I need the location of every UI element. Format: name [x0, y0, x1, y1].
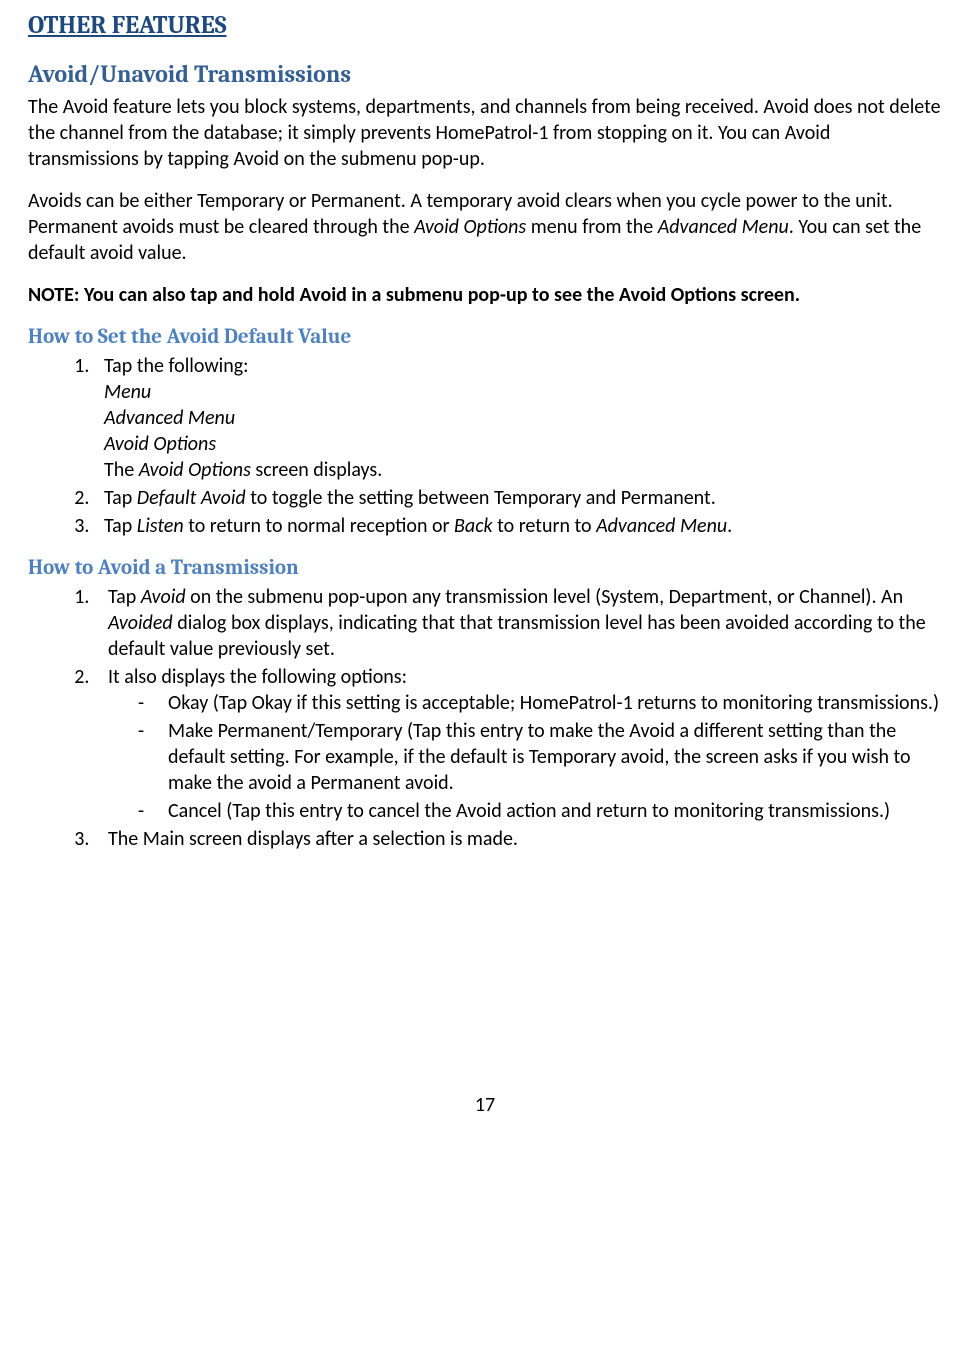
- list-item: Tap Avoid on the submenu pop-upon any tr…: [94, 584, 942, 662]
- howto-avoid-list: Tap Avoid on the submenu pop-upon any tr…: [28, 584, 942, 852]
- section1-para1: The Avoid feature lets you block systems…: [28, 94, 942, 172]
- text: Tap the following:: [104, 354, 249, 378]
- text-line: The Avoid Options screen displays.: [104, 457, 942, 483]
- text: It also displays the following options:: [108, 665, 407, 689]
- list-item: Tap the following: Menu Advanced Menu Av…: [94, 353, 942, 483]
- italic-text: Menu: [104, 379, 942, 405]
- text: dialog box displays, indicating that tha…: [108, 611, 926, 661]
- list-item: Cancel (Tap this entry to cancel the Avo…: [138, 798, 942, 824]
- text: Tap: [108, 585, 141, 609]
- text: Tap: [104, 514, 137, 538]
- text: to return to normal reception or: [184, 514, 454, 538]
- text: Tap: [104, 486, 137, 510]
- list-item: The Main screen displays after a selecti…: [94, 826, 942, 852]
- text: screen displays.: [251, 458, 382, 482]
- section1-para2: Avoids can be either Temporary or Perman…: [28, 188, 942, 266]
- italic-text: Advanced Menu: [596, 514, 727, 538]
- italic-text: Avoid: [141, 585, 186, 609]
- text: .: [727, 514, 732, 538]
- section-avoid-title: Avoid/Unavoid Transmissions: [28, 59, 942, 90]
- italic-text: Avoided: [108, 611, 173, 635]
- list-item: It also displays the following options: …: [94, 664, 942, 824]
- list-item: Tap Default Avoid to toggle the setting …: [94, 485, 942, 511]
- italic-text: Default Avoid: [137, 486, 246, 510]
- italic-text: Advanced Menu: [104, 405, 942, 431]
- list-item: Make Permanent/Temporary (Tap this entry…: [138, 718, 942, 796]
- main-heading: OTHER FEATURES: [28, 10, 942, 43]
- italic-text: Avoid Options: [104, 431, 942, 457]
- howto-default-title: How to Set the Avoid Default Value: [28, 324, 942, 351]
- options-sublist: Okay (Tap Okay if this setting is accept…: [108, 690, 942, 824]
- text: to toggle the setting between Temporary …: [246, 486, 716, 510]
- howto-default-list: Tap the following: Menu Advanced Menu Av…: [28, 353, 942, 539]
- page-number: 17: [28, 1092, 942, 1118]
- text: The: [104, 458, 139, 482]
- italic-text: Avoid Options: [139, 458, 251, 482]
- text: to return to: [493, 514, 596, 538]
- howto-avoid-title: How to Avoid a Transmission: [28, 555, 942, 582]
- italic-text: Avoid Options: [414, 215, 526, 239]
- list-item: Okay (Tap Okay if this setting is accept…: [138, 690, 942, 716]
- text: on the submenu pop-upon any transmission…: [186, 585, 903, 609]
- note-text: NOTE: You can also tap and hold Avoid in…: [28, 282, 942, 308]
- list-item: Tap Listen to return to normal reception…: [94, 513, 942, 539]
- text: menu from the: [526, 215, 657, 239]
- italic-text: Advanced Menu: [658, 215, 789, 239]
- italic-text: Listen: [137, 514, 184, 538]
- italic-text: Back: [454, 514, 493, 538]
